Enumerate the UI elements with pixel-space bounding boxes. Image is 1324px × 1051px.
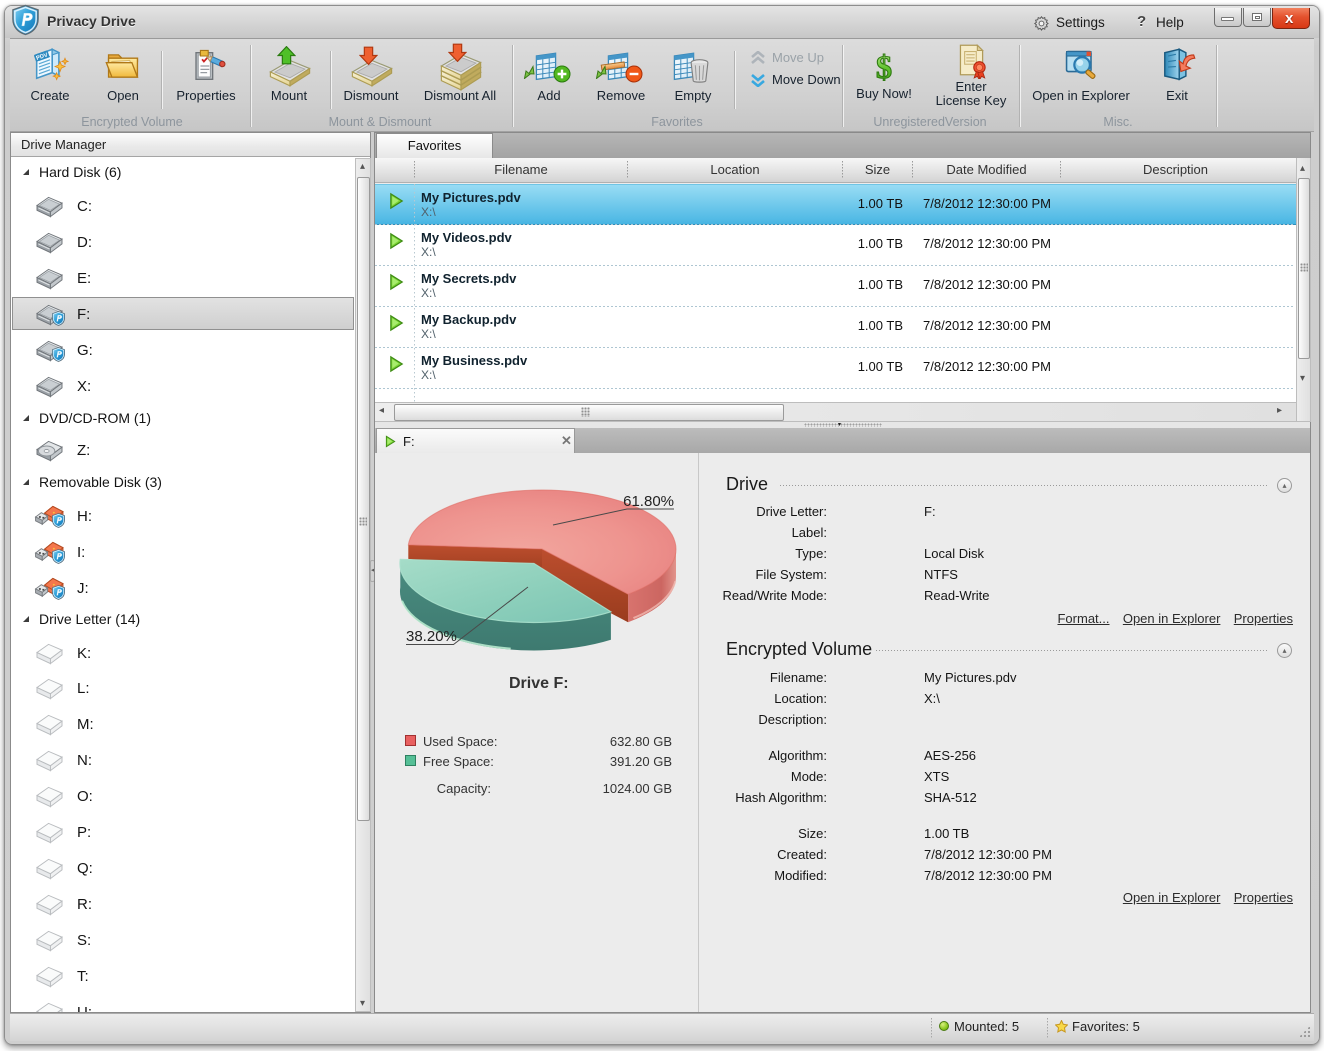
svg-text:61.80%: 61.80%	[623, 493, 674, 510]
svg-text:38.20%: 38.20%	[406, 628, 457, 645]
